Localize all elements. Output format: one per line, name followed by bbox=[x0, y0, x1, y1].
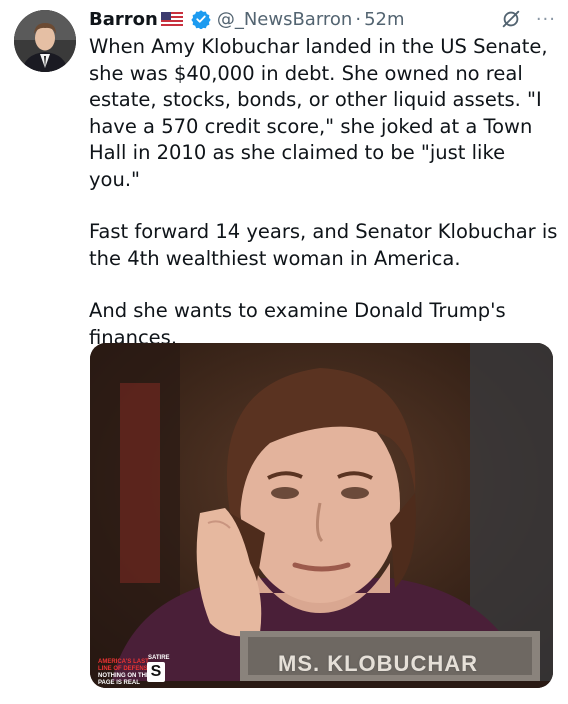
author-name[interactable]: Barron bbox=[89, 9, 158, 30]
tweet-text: When Amy Klobuchar landed in the US Sena… bbox=[89, 34, 559, 377]
tweet-photo[interactable] bbox=[90, 343, 553, 688]
nameplate-text: MS. KLOBUCHAR bbox=[278, 651, 478, 676]
photo-image bbox=[90, 343, 553, 688]
separator-dot: · bbox=[355, 8, 362, 30]
grok-icon[interactable] bbox=[500, 8, 522, 30]
us-flag-icon bbox=[160, 12, 183, 26]
watermark-satire-tag: SATIRE bbox=[148, 655, 170, 661]
timestamp[interactable]: 52m bbox=[364, 9, 404, 30]
author-handle[interactable]: @_NewsBarron bbox=[217, 9, 353, 30]
more-options-icon[interactable]: ··· bbox=[536, 9, 556, 30]
avatar[interactable] bbox=[14, 10, 76, 72]
watermark-logo: S bbox=[147, 662, 165, 682]
tweet-paragraph: When Amy Klobuchar landed in the US Sena… bbox=[89, 35, 548, 191]
avatar-image bbox=[14, 10, 76, 72]
tweet-paragraph: Fast forward 14 years, and Senator Klobu… bbox=[89, 220, 558, 270]
tweet-header: Barron @_NewsBarron · 52m ··· bbox=[89, 6, 556, 32]
verified-badge-icon bbox=[191, 9, 211, 29]
